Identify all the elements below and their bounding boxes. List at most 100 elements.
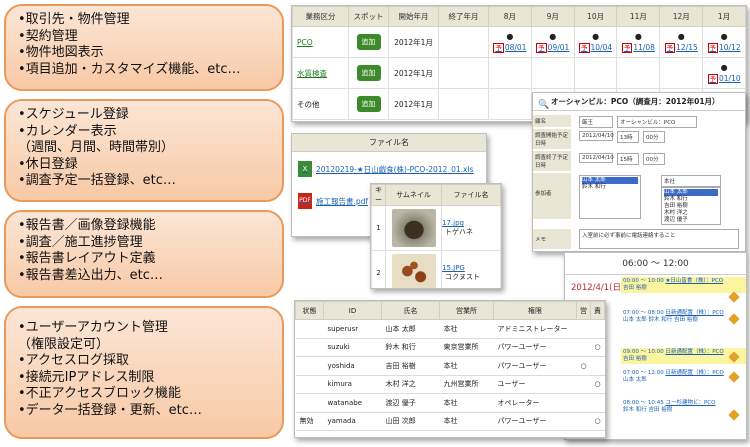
feature-line: （権限設定可） xyxy=(18,336,110,352)
event-link[interactable]: 予 01/10 xyxy=(703,73,745,84)
col-header: 開始年月 xyxy=(388,6,439,27)
event-link[interactable]: 予 08/01 xyxy=(489,42,531,53)
dot-marker: ● xyxy=(720,32,728,41)
thumbnail-cell[interactable] xyxy=(385,250,442,288)
feature-line: •データ一括登録・更新、etc… xyxy=(18,402,202,418)
calendar-icon: 予 xyxy=(664,43,676,53)
event-link[interactable]: 予 10/12 xyxy=(703,42,745,53)
table-row[interactable]: yoshida 吉田 裕樹 本社 パワーユーザー ○ xyxy=(295,356,605,376)
col-header: 状態 xyxy=(295,301,324,320)
list-item[interactable]: 木村 洋之 xyxy=(664,210,718,217)
pdf-icon: PDF xyxy=(298,193,312,209)
table-row[interactable]: watanabe 渡辺 優子 本社 オペレーター xyxy=(295,393,605,413)
dot-marker: ● xyxy=(506,32,514,41)
end-hour-select[interactable]: 15時 xyxy=(617,153,639,165)
time-range-header: 06:00 ～ 12:00 xyxy=(565,253,746,275)
feature-box-property: •取引先・物件管理 •契約管理 •物件地図表示 •項目追加・カスタマイズ機能、e… xyxy=(4,4,284,91)
calendar-icon: 予 xyxy=(536,43,547,53)
company-field[interactable]: 厳王 xyxy=(579,116,613,128)
label-end: 調査終了予定日時 xyxy=(533,151,571,171)
table-row[interactable]: suzuki 鈴木 和行 東京営業所 パワーユーザー ○ xyxy=(295,338,605,357)
thumbnail-cell[interactable] xyxy=(385,205,442,251)
memo-textarea[interactable]: 入室前に必ず事前に電話連絡すること xyxy=(579,229,739,249)
end-date-field[interactable]: 2012/04/10 xyxy=(579,153,614,163)
feature-line: •項目追加・カスタマイズ機能、etc… xyxy=(18,61,241,77)
list-item[interactable]: 渡辺 優子 xyxy=(664,217,718,224)
feature-box-report: •報告書／画像登録機能 •調査／施工進捗管理 •報告書レイアウト定義 •報告書差… xyxy=(4,210,284,298)
dot-marker: ● xyxy=(549,32,557,41)
calendar-event[interactable]: 08:00 ～ 10:45 ユー杉建物ビ：PCO 鈴木 和行 吉田 裕樹 xyxy=(621,399,746,415)
feature-line: •スケジュール登録 xyxy=(18,107,129,122)
list-item[interactable]: 山本 太郎 xyxy=(582,177,638,184)
feature-line: •調査／施工進捗管理 xyxy=(18,234,143,250)
calendar-icon: 予 xyxy=(707,74,718,84)
user-list-panel: 状態 ID 氏名 営業所 権限 営 責 superusr 山本 太郎 本社 アドミニス… xyxy=(294,300,606,438)
table-row: 2 15.JPG コクヌスト xyxy=(371,250,501,288)
col-header: 氏名 xyxy=(381,301,440,320)
schedule-dialog: 🔍 オーシャンビル：PCO（調査月：2012年01月） 顧名 厳王 オーシャンビ… xyxy=(532,92,746,252)
feature-line: •ユーザーアカウント管理 xyxy=(18,320,168,335)
table-row: 1 17.jpg トゲハネ xyxy=(371,205,501,251)
col-header: 営業所 xyxy=(439,301,494,320)
insect-thumbnail[interactable] xyxy=(391,209,436,247)
label-memo: メモ xyxy=(533,229,571,249)
photo-key: 1 xyxy=(371,205,386,251)
photo-file-link[interactable]: 15.JPG xyxy=(442,264,500,272)
end-min-select[interactable]: 00分 xyxy=(643,153,665,165)
list-item[interactable]: 鈴木 和行 xyxy=(664,196,718,203)
table-row[interactable]: 無効 yamada 山田 次郎 本社 パワーユーザー ○ xyxy=(295,412,605,431)
photo-list-panel: キー サムネイル ファイル名 1 17.jpg トゲハネ 2 15.JPG コクヌス… xyxy=(370,183,502,289)
add-button[interactable]: 追加 xyxy=(356,65,381,81)
add-button[interactable]: 追加 xyxy=(356,34,381,50)
photo-file-link[interactable]: 17.jpg xyxy=(442,219,500,227)
start-date-field[interactable]: 2012/04/10 xyxy=(579,131,614,141)
edit-icon[interactable] xyxy=(728,291,740,303)
col-header: 責 xyxy=(590,301,605,320)
add-button[interactable]: 追加 xyxy=(356,96,381,112)
member-candidate-list[interactable]: 山本 太郎 鈴木 和行 吉田 裕樹 木村 洋之 渡辺 優子 xyxy=(661,187,721,225)
feature-line: •カレンダー表示 xyxy=(18,123,117,139)
list-item[interactable]: 山本 太郎 xyxy=(664,189,718,196)
selected-members-list[interactable]: 山本 太郎 鈴木 和行 xyxy=(579,175,641,219)
label-members: 参加者 xyxy=(533,173,571,219)
col-header: 8月 xyxy=(488,6,532,27)
col-header: 12月 xyxy=(659,6,704,27)
file-link-xls[interactable]: X 20120219-★日山戯食(株)-PCO-2012_01.xls xyxy=(292,158,486,180)
table-row: 水質検査 追加 2012年1月 ● 予 01/10 xyxy=(292,57,746,89)
calendar-icon: 予 xyxy=(493,43,504,53)
user-table: 状態 ID 氏名 営業所 権限 営 責 superusr 山本 太郎 本社 アドミニス… xyxy=(295,301,605,431)
table-row[interactable]: superusr 山本 太郎 本社 アドミニストレーター xyxy=(295,319,605,339)
feature-line: •報告書／画像登録機能 xyxy=(18,218,156,233)
event-link[interactable]: 予 10/04 xyxy=(575,42,617,53)
col-header: スポット xyxy=(348,6,389,27)
feature-line: •休日登録 xyxy=(18,156,78,172)
event-link[interactable]: 予 11/08 xyxy=(617,42,659,53)
col-header: 権限 xyxy=(493,301,577,320)
label-company: 顧名 xyxy=(533,115,571,127)
list-item[interactable]: 吉田 裕樹 xyxy=(664,203,718,210)
table-row[interactable]: kimura 木村 洋之 九州営業所 ユーザー ○ xyxy=(295,375,605,394)
event-link[interactable]: 予 12/15 xyxy=(660,42,702,53)
photo-table: キー サムネイル ファイル名 1 17.jpg トゲハネ 2 15.JPG コクヌス… xyxy=(371,184,501,288)
feature-line: •報告書レイアウト定義 xyxy=(18,251,156,266)
calendar-event[interactable]: 07:00 ～ 08:00 日新通配置（株）：PCO 山本 太郎 鈴木 和行 吉… xyxy=(621,309,746,325)
col-header: 1月 xyxy=(702,6,746,27)
dot-marker: ● xyxy=(634,32,642,41)
building-field[interactable]: オーシャンビル：PCO xyxy=(617,116,697,128)
feature-line: •物件地図表示 xyxy=(18,45,104,60)
start-hour-select[interactable]: 13時 xyxy=(617,131,639,143)
insect-thumbnail[interactable] xyxy=(391,254,436,288)
task-link-water[interactable]: 水質検査 xyxy=(292,57,349,89)
feature-line: •アクセスログ採取 xyxy=(18,353,130,368)
calendar-event[interactable]: 00:00 ～ 10:00 ★日山皆食（株）：PCO 吉田 裕樹 xyxy=(621,277,746,293)
start-min-select[interactable]: 00分 xyxy=(643,131,665,143)
calendar-icon: 予 xyxy=(579,43,590,53)
label-start: 調査開始予定日時 xyxy=(533,129,571,149)
col-header: ID xyxy=(323,301,382,320)
office-select[interactable]: 本社 xyxy=(661,175,721,187)
file-list-header: ファイル名 xyxy=(292,134,486,152)
table-row: PCO 追加 2012年1月 ● 予 08/01 ● 予 09/01 ● 予 10/04 ●… xyxy=(292,26,746,58)
task-link-pco[interactable]: PCO xyxy=(292,26,349,58)
list-item[interactable]: 鈴木 和行 xyxy=(582,184,638,191)
event-link[interactable]: 予 09/01 xyxy=(532,42,574,53)
